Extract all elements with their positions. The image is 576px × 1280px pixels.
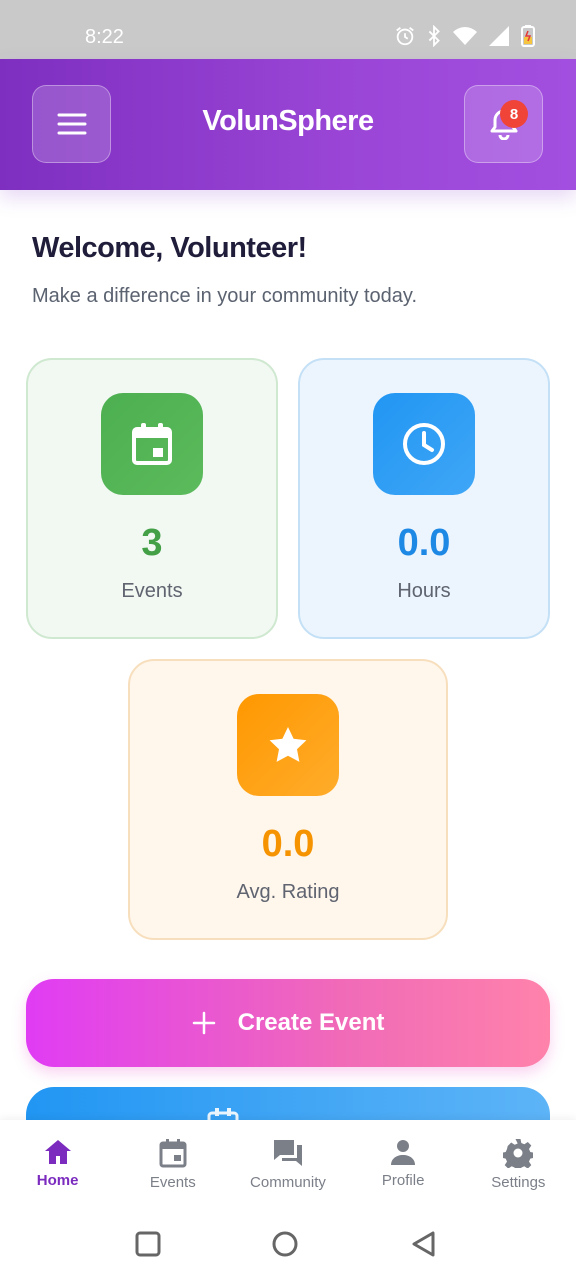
status-time: 8:22 (85, 26, 124, 48)
chat-icon (273, 1140, 302, 1166)
nav-label-events: Events (149, 1174, 196, 1191)
home-circle-icon[interactable] (271, 1230, 299, 1258)
calendar-icon (132, 423, 172, 465)
nav-item-settings[interactable]: Settings (461, 1120, 576, 1208)
bottom-nav: Home Events Community Profile Settings (0, 1120, 576, 1208)
stat-label-hours: Hours (397, 580, 451, 602)
person-icon (391, 1140, 416, 1165)
plus-icon (192, 1011, 215, 1035)
recents-icon[interactable] (134, 1230, 162, 1258)
nav-label-home: Home (36, 1172, 79, 1189)
nav-item-profile[interactable]: Profile (346, 1120, 461, 1208)
status-icons (394, 24, 536, 48)
notification-badge: 8 (500, 100, 528, 128)
status-bar: 8:22 (0, 0, 576, 59)
nav-item-home[interactable]: Home (0, 1120, 115, 1208)
notifications-button[interactable]: 8 (464, 85, 543, 163)
stat-card-events[interactable]: 3 Events (26, 358, 278, 639)
stat-value-events: 3 (141, 522, 163, 564)
welcome-title: Welcome, Volunteer! (32, 232, 307, 264)
clock-icon (403, 423, 445, 465)
home-icon (44, 1140, 71, 1164)
battery-icon (521, 25, 535, 47)
stat-value-hours: 0.0 (397, 522, 451, 564)
signal-icon (489, 26, 509, 46)
nav-label-community: Community (250, 1174, 326, 1191)
star-icon (269, 727, 307, 762)
create-event-button[interactable]: Create Event (26, 979, 550, 1067)
system-nav-bar (0, 1208, 576, 1280)
back-icon[interactable] (410, 1230, 438, 1258)
stat-value-rating: 0.0 (261, 823, 315, 865)
create-event-label: Create Event (237, 1009, 385, 1036)
welcome-subtitle: Make a difference in your community toda… (32, 285, 417, 307)
nav-label-profile: Profile (381, 1172, 425, 1189)
stat-label-events: Events (121, 580, 183, 602)
stat-icon-hours (373, 393, 475, 495)
stat-card-hours[interactable]: 0.0 Hours (298, 358, 550, 639)
calendar-icon (159, 1139, 187, 1168)
nav-label-settings: Settings (491, 1174, 546, 1191)
gear-icon (503, 1139, 534, 1168)
wifi-icon (453, 27, 477, 45)
app-header: VolunSphere 8 (0, 59, 576, 190)
bluetooth-icon (428, 25, 440, 47)
stat-icon-events (101, 393, 203, 495)
stat-card-rating[interactable]: 0.0 Avg. Rating (128, 659, 448, 940)
nav-item-community[interactable]: Community (230, 1120, 345, 1208)
nav-item-events[interactable]: Events (115, 1120, 230, 1208)
alarm-icon (396, 27, 414, 46)
stat-label-rating: Avg. Rating (236, 881, 340, 903)
stat-icon-rating (237, 694, 339, 796)
